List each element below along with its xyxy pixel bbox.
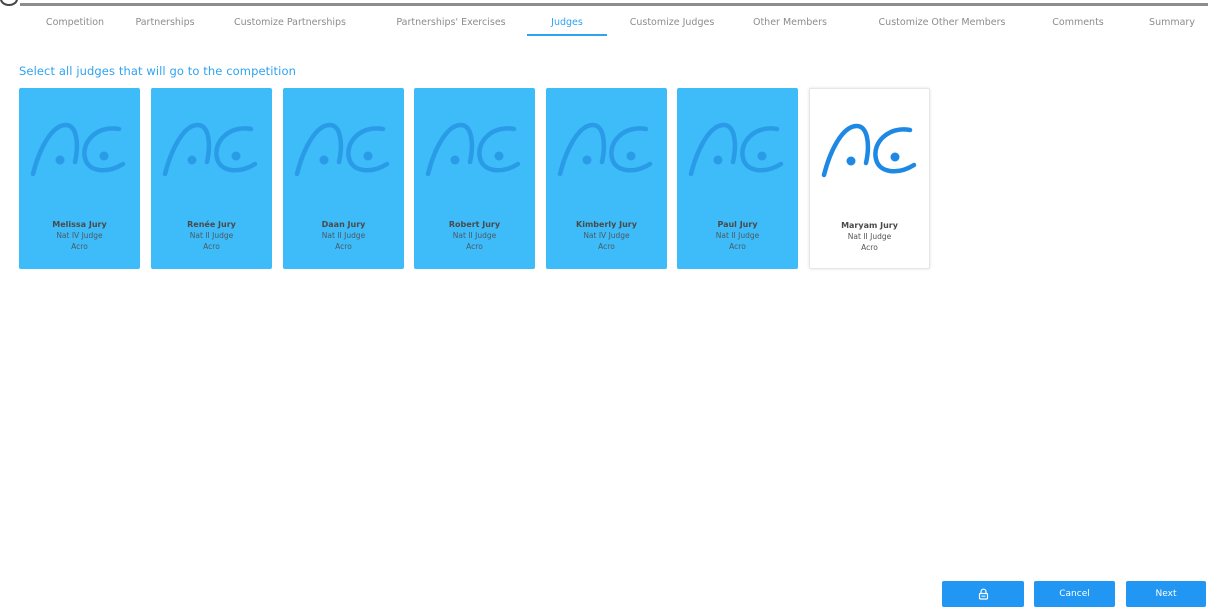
tab-customize-judges[interactable]: Customize Judges — [630, 17, 715, 28]
tab-competition[interactable]: Competition — [46, 17, 104, 28]
judge-card[interactable]: Melissa Jury Nat IV Judge Acro — [19, 88, 140, 269]
ac-logo-icon — [294, 122, 390, 177]
judge-name: Kimberly Jury — [576, 220, 637, 229]
judge-name: Robert Jury — [448, 220, 501, 229]
tab-partnerships[interactable]: Partnerships — [135, 17, 194, 28]
judge-info: Maryam Jury Nat II Judge Acro — [810, 220, 929, 253]
wizard-tab-bar: Competition Partnerships Customize Partn… — [0, 8, 1214, 36]
tab-partnerships-exercises[interactable]: Partnerships' Exercises — [396, 17, 505, 28]
judge-info: Paul Jury Nat II Judge Acro — [677, 219, 798, 252]
tab-customize-other-members[interactable]: Customize Other Members — [879, 17, 1006, 28]
judge-card[interactable]: Paul Jury Nat II Judge Acro — [677, 88, 798, 269]
judge-info: Daan Jury Nat II Judge Acro — [283, 219, 404, 252]
judge-discipline: Acro — [203, 242, 220, 251]
judge-level: Nat II Judge — [189, 231, 234, 240]
tab-customize-partnerships[interactable]: Customize Partnerships — [234, 17, 346, 28]
judge-card[interactable]: Maryam Jury Nat II Judge Acro — [809, 88, 930, 269]
corner-glyph — [0, 0, 18, 6]
ac-logo-icon — [688, 122, 784, 177]
tab-judges[interactable]: Judges — [551, 17, 583, 28]
judge-level: Nat II Judge — [715, 231, 760, 240]
judge-info: Melissa Jury Nat IV Judge Acro — [19, 219, 140, 252]
ac-logo-icon — [30, 122, 126, 177]
judge-discipline: Acro — [466, 242, 483, 251]
next-button[interactable]: Next — [1126, 581, 1206, 607]
ac-logo-icon — [162, 122, 258, 177]
tab-summary[interactable]: Summary — [1149, 17, 1195, 28]
judge-discipline: Acro — [861, 243, 878, 252]
judge-card[interactable]: Kimberly Jury Nat IV Judge Acro — [546, 88, 667, 269]
judge-discipline: Acro — [598, 242, 615, 251]
top-scroll-strip — [20, 3, 1208, 6]
lock-icon — [978, 588, 988, 600]
judge-name: Daan Jury — [321, 220, 366, 229]
judge-info: Kimberly Jury Nat IV Judge Acro — [546, 219, 667, 252]
judge-discipline: Acro — [71, 242, 88, 251]
judge-discipline: Acro — [729, 242, 746, 251]
cancel-button[interactable]: Cancel — [1034, 581, 1115, 607]
page-heading: Select all judges that will go to the co… — [19, 64, 296, 78]
tab-comments[interactable]: Comments — [1052, 17, 1104, 28]
ac-logo-icon — [425, 122, 521, 177]
judge-info: Renée Jury Nat II Judge Acro — [151, 219, 272, 252]
window-top-edge — [0, 0, 1214, 7]
judge-card[interactable]: Daan Jury Nat II Judge Acro — [283, 88, 404, 269]
active-tab-indicator — [527, 34, 607, 36]
judge-level: Nat II Judge — [321, 231, 366, 240]
judge-discipline: Acro — [335, 242, 352, 251]
ac-logo-icon — [557, 122, 653, 177]
lock-button[interactable] — [942, 581, 1024, 607]
judge-name: Melissa Jury — [52, 220, 107, 229]
judge-card[interactable]: Renée Jury Nat II Judge Acro — [151, 88, 272, 269]
judge-card[interactable]: Robert Jury Nat II Judge Acro — [414, 88, 535, 269]
judge-level: Nat II Judge — [452, 231, 497, 240]
judge-level: Nat IV Judge — [56, 231, 103, 240]
judge-info: Robert Jury Nat II Judge Acro — [414, 219, 535, 252]
judge-name: Renée Jury — [187, 220, 236, 229]
judge-level: Nat II Judge — [847, 232, 892, 241]
tab-other-members[interactable]: Other Members — [753, 17, 827, 28]
judge-name: Paul Jury — [717, 220, 758, 229]
ac-logo-icon — [821, 123, 917, 178]
judge-level: Nat IV Judge — [583, 231, 630, 240]
judge-name: Maryam Jury — [841, 221, 898, 230]
